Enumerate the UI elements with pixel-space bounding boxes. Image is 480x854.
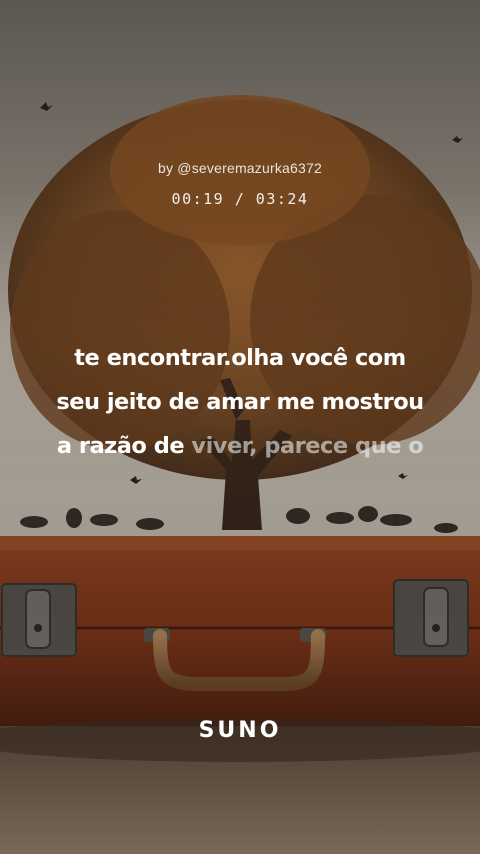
lyrics-block: te encontrar.olha você com seu jeito de … bbox=[20, 336, 460, 468]
current-time: 00:19 bbox=[171, 190, 225, 208]
lyric-line-3-upcoming: viver, parece que o bbox=[191, 433, 424, 459]
time-separator: / bbox=[224, 190, 256, 208]
total-time: 03:24 bbox=[255, 190, 309, 208]
lyric-line-1: te encontrar.olha você com bbox=[74, 345, 406, 371]
lyric-line-3: a razão de viver, parece que o bbox=[20, 424, 460, 468]
suno-logo: SUNO bbox=[198, 718, 282, 743]
author-byline[interactable]: by @severemazurka6372 bbox=[0, 160, 480, 176]
lyric-line-3-sung: a razão de bbox=[56, 433, 192, 459]
lyric-line-2: seu jeito de amar me mostrou bbox=[56, 389, 424, 415]
playback-time: 00:19 / 03:24 bbox=[0, 190, 480, 208]
